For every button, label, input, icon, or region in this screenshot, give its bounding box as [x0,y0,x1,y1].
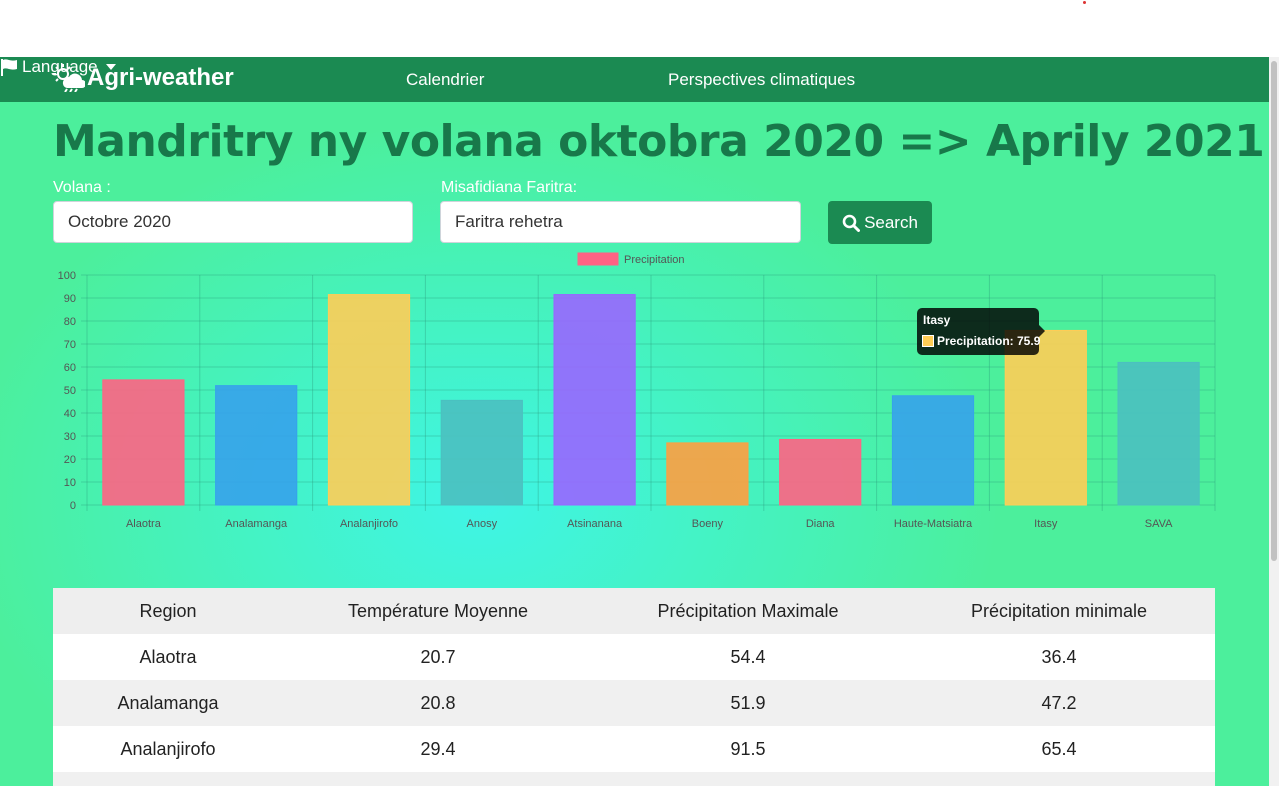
legend-label: Precipitation [624,254,685,266]
cell-precip-min: 65.4 [1041,738,1077,759]
browser-top-area [0,0,1279,57]
bar [1117,361,1200,506]
cell-temperature: 20.8 [420,692,456,713]
navbar: Agri-weather Calendrier Perspectives cli… [0,57,1269,102]
y-tick-label: 90 [64,293,76,305]
x-tick-label: Analamanga [225,518,288,530]
bar [102,379,185,506]
cell-precip-max: 54.4 [730,646,766,667]
bar [553,294,636,506]
x-tick-label: Boeny [692,518,724,530]
table-header-row: Region Température Moyenne Précipitation… [53,588,1215,634]
scrollbar[interactable] [1269,57,1279,786]
region-table: Region Température Moyenne Précipitation… [53,588,1215,786]
bar [215,385,298,506]
brand-logo[interactable]: Agri-weather [53,63,234,93]
scrollbar-thumb[interactable] [1271,61,1277,561]
header-precip-min[interactable]: Précipitation minimale [903,601,1215,622]
indicator-dot [1083,1,1086,4]
y-tick-label: 30 [64,431,76,443]
flag-icon [1,59,17,76]
bar [440,399,523,506]
x-tick-label: Alaotra [126,518,162,530]
x-tick-label: Diana [806,518,836,530]
cell-temperature: 20.7 [420,646,456,667]
nav-link-perspectives[interactable]: Perspectives climatiques [668,70,855,90]
x-tick-label: Atsinanana [567,518,623,530]
y-tick-label: 70 [64,339,76,351]
x-tick-label: Itasy [1034,518,1058,530]
x-tick-label: Analanjirofo [340,518,398,530]
y-tick-label: 100 [58,270,76,282]
tooltip-swatch [922,335,934,347]
cell-precip-max: 51.9 [730,692,766,713]
cell-region: Analamanga [117,692,219,713]
table-row [53,772,1215,786]
table-row: Alaotra 20.7 54.4 36.4 [53,634,1215,680]
x-tick-label: SAVA [1145,518,1173,530]
cell-region: Analanjirofo [120,738,216,759]
y-tick-label: 40 [64,408,76,420]
y-tick-label: 0 [70,500,76,512]
y-tick-label: 50 [64,385,76,397]
cell-precip-max: 91.5 [730,738,766,759]
header-region[interactable]: Region [53,601,283,622]
header-temperature[interactable]: Température Moyenne [283,601,593,622]
cell-region: Alaotra [139,646,197,667]
table-row: Analanjirofo 29.4 91.5 65.4 [53,726,1215,772]
header-precip-max[interactable]: Précipitation Maximale [593,601,903,622]
tooltip-title: Itasy [923,313,951,327]
bar [327,294,411,506]
weather-icon [53,64,85,92]
cell-precip-min: 36.4 [1041,646,1077,667]
y-tick-label: 60 [64,362,76,374]
chart-tooltip: Itasy Precipitation: 75.9 [917,308,1045,355]
y-tick-label: 10 [64,477,76,489]
bar [891,395,975,506]
nav-link-calendrier[interactable]: Calendrier [406,70,484,90]
x-tick-label: Anosy [467,518,498,530]
tooltip-label: Precipitation: 75.9 [937,334,1041,348]
y-tick-label: 20 [64,454,76,466]
legend-swatch [577,252,619,266]
cell-precip-min: 47.2 [1041,692,1077,713]
main-content: Mandritry ny volana oktobra 2020 => Apri… [0,102,1269,786]
x-tick-label: Haute-Matsiatra [894,518,973,530]
precipitation-chart: 0 10 20 30 40 50 60 70 80 90 100 Alaotra Analamanga A… [58,252,1216,530]
brand-name: Agri-weather [87,64,234,91]
cell-temperature: 29.4 [420,738,456,759]
bar [666,442,749,506]
y-tick-label: 80 [64,316,76,328]
tooltip-arrow [1039,325,1045,337]
bar [1004,329,1087,506]
table-row: Analamanga 20.8 51.9 47.2 [53,680,1215,726]
bar [779,438,862,506]
